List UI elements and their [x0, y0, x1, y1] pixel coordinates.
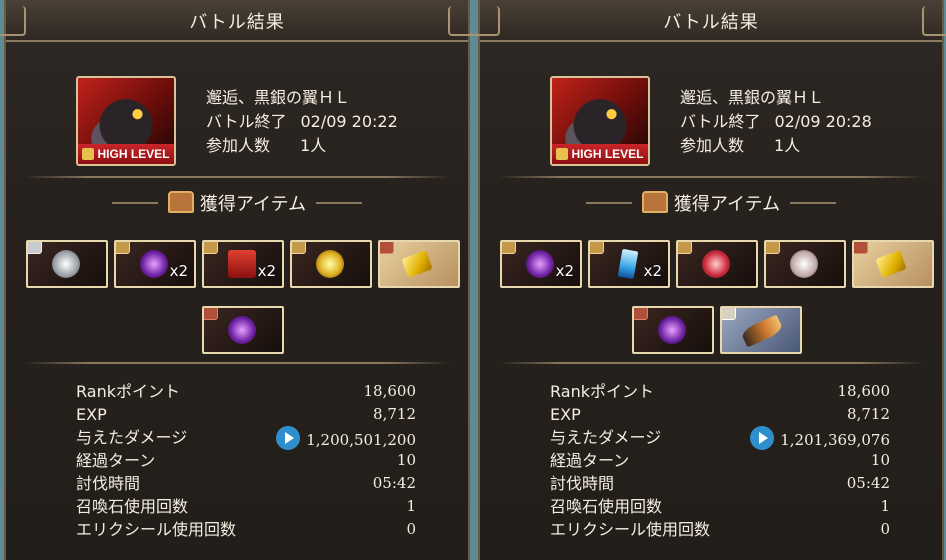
silver-orb-icon [52, 250, 80, 278]
treasure-chest-icon [167, 191, 194, 213]
boss-thumbnail: HIGH LEVEL [76, 76, 176, 166]
stat-elixir-uses: エリクシール使用回数 0 [76, 520, 416, 539]
dragon-weapon-icon [740, 314, 784, 348]
battle-info: 邂逅、黒銀の翼ＨＬ バトル終了 02/09 20:22 参加人数 1人 [206, 86, 398, 158]
play-icon[interactable] [276, 426, 301, 450]
stat-rank-points: Rankポイント 18,600 [550, 382, 890, 401]
divider [24, 362, 450, 364]
chest-badge-icon [380, 242, 394, 254]
divider [498, 176, 924, 178]
stat-turns: 経過ターン 10 [550, 451, 890, 470]
stat-elixir-uses: エリクシール使用回数 0 [550, 520, 890, 539]
panel-title: バトル結果 [189, 12, 285, 33]
panel-title: バトル結果 [663, 12, 759, 33]
purple-claw-icon [140, 250, 168, 278]
battle-end-row: バトル終了 02/09 20:22 [206, 112, 398, 131]
chest-badge-icon [634, 308, 648, 320]
quest-name: 邂逅、黒銀の翼ＨＬ [680, 88, 825, 107]
chest-badge-icon [204, 308, 218, 320]
participants-row: 参加人数 1人 [680, 136, 801, 155]
gold-bar-icon [875, 250, 907, 278]
battle-stats: Rankポイント 18,600 EXP 8,712 与えたダメージ 1,200,501… [76, 380, 416, 541]
chest-badge-icon [590, 242, 604, 254]
item-blue-crystal[interactable]: x2 [588, 240, 670, 288]
chest-badge-icon [766, 242, 780, 254]
stat-rank-points: Rankポイント 18,600 [76, 382, 416, 401]
boss-thumbnail: HIGH LEVEL [550, 76, 650, 166]
battle-info: 邂逅、黒銀の翼ＨＬ バトル終了 02/09 20:28 参加人数 1人 [680, 86, 872, 158]
silver-chest-badge-icon [28, 242, 42, 254]
item-silver-orb[interactable] [26, 240, 108, 288]
item-purple-claw[interactable]: x2 [114, 240, 196, 288]
stat-damage: 与えたダメージ 1,201,369,076 [550, 426, 890, 450]
item-gold-orb[interactable] [290, 240, 372, 288]
item-silver-orb[interactable] [764, 240, 846, 288]
battle-end-row: バトル終了 02/09 20:28 [680, 112, 872, 131]
stat-summon-uses: 召喚石使用回数 1 [76, 497, 416, 516]
stat-damage: 与えたダメージ 1,200,501,200 [76, 426, 416, 450]
obtained-items-heading: 獲得アイテム [6, 190, 468, 216]
silver-orb-icon [790, 250, 818, 278]
high-level-badge: HIGH LEVEL [78, 144, 174, 164]
purple-claw-icon [658, 316, 686, 344]
participants-count: 1人 [774, 136, 801, 155]
chest-badge-icon [116, 242, 130, 254]
chest-badge-icon [678, 242, 692, 254]
white-chest-badge-icon [722, 308, 736, 320]
item-purple-claw-2[interactable] [632, 306, 714, 354]
purple-claw-icon [526, 250, 554, 278]
item-red-orb[interactable] [676, 240, 758, 288]
item-red-scroll[interactable]: x2 [202, 240, 284, 288]
stat-summon-uses: 召喚石使用回数 1 [550, 497, 890, 516]
high-level-badge: HIGH LEVEL [552, 144, 648, 164]
play-icon[interactable] [750, 426, 775, 450]
divider [24, 176, 450, 178]
stat-exp: EXP 8,712 [550, 405, 890, 424]
blue-crystal-icon [617, 248, 639, 280]
gold-bar-icon [401, 250, 433, 278]
participants-row: 参加人数 1人 [206, 136, 327, 155]
item-gold-bar[interactable] [852, 240, 934, 288]
chest-badge-icon [204, 242, 218, 254]
stat-kill-time: 討伐時間 05:42 [76, 474, 416, 493]
battle-result-panel-left: バトル結果 HIGH LEVEL 邂逅、黒銀の翼ＨＬ バトル終了 02/09 20… [0, 0, 478, 560]
battle-end-time: 02/09 20:22 [300, 112, 398, 131]
obtained-items-heading: 獲得アイテム [480, 190, 942, 216]
gold-orb-icon [316, 250, 344, 278]
stat-exp: EXP 8,712 [76, 405, 416, 424]
item-gold-bar[interactable] [378, 240, 460, 288]
participants-count: 1人 [300, 136, 327, 155]
level-icon [556, 148, 569, 160]
quest-name: 邂逅、黒銀の翼ＨＬ [206, 88, 351, 107]
red-scroll-icon [228, 250, 256, 278]
red-orb-icon [702, 250, 730, 278]
purple-claw-icon [228, 316, 256, 344]
divider [498, 362, 924, 364]
item-dragon-weapon[interactable] [720, 306, 802, 354]
stat-turns: 経過ターン 10 [76, 451, 416, 470]
title-bar: バトル結果 [470, 0, 946, 42]
battle-stats: Rankポイント 18,600 EXP 8,712 与えたダメージ 1,201,369… [550, 380, 890, 541]
stat-kill-time: 討伐時間 05:42 [550, 474, 890, 493]
chest-badge-icon [502, 242, 516, 254]
level-icon [82, 148, 95, 160]
title-bar: バトル結果 [0, 0, 478, 42]
battle-end-time: 02/09 20:28 [774, 112, 872, 131]
item-purple-claw[interactable]: x2 [500, 240, 582, 288]
treasure-chest-icon [641, 191, 668, 213]
battle-result-panel-right: バトル結果 HIGH LEVEL 邂逅、黒銀の翼ＨＬ バトル終了 02/09 20… [470, 0, 946, 560]
item-purple-claw-2[interactable] [202, 306, 284, 354]
chest-badge-icon [292, 242, 306, 254]
chest-badge-icon [854, 242, 868, 254]
